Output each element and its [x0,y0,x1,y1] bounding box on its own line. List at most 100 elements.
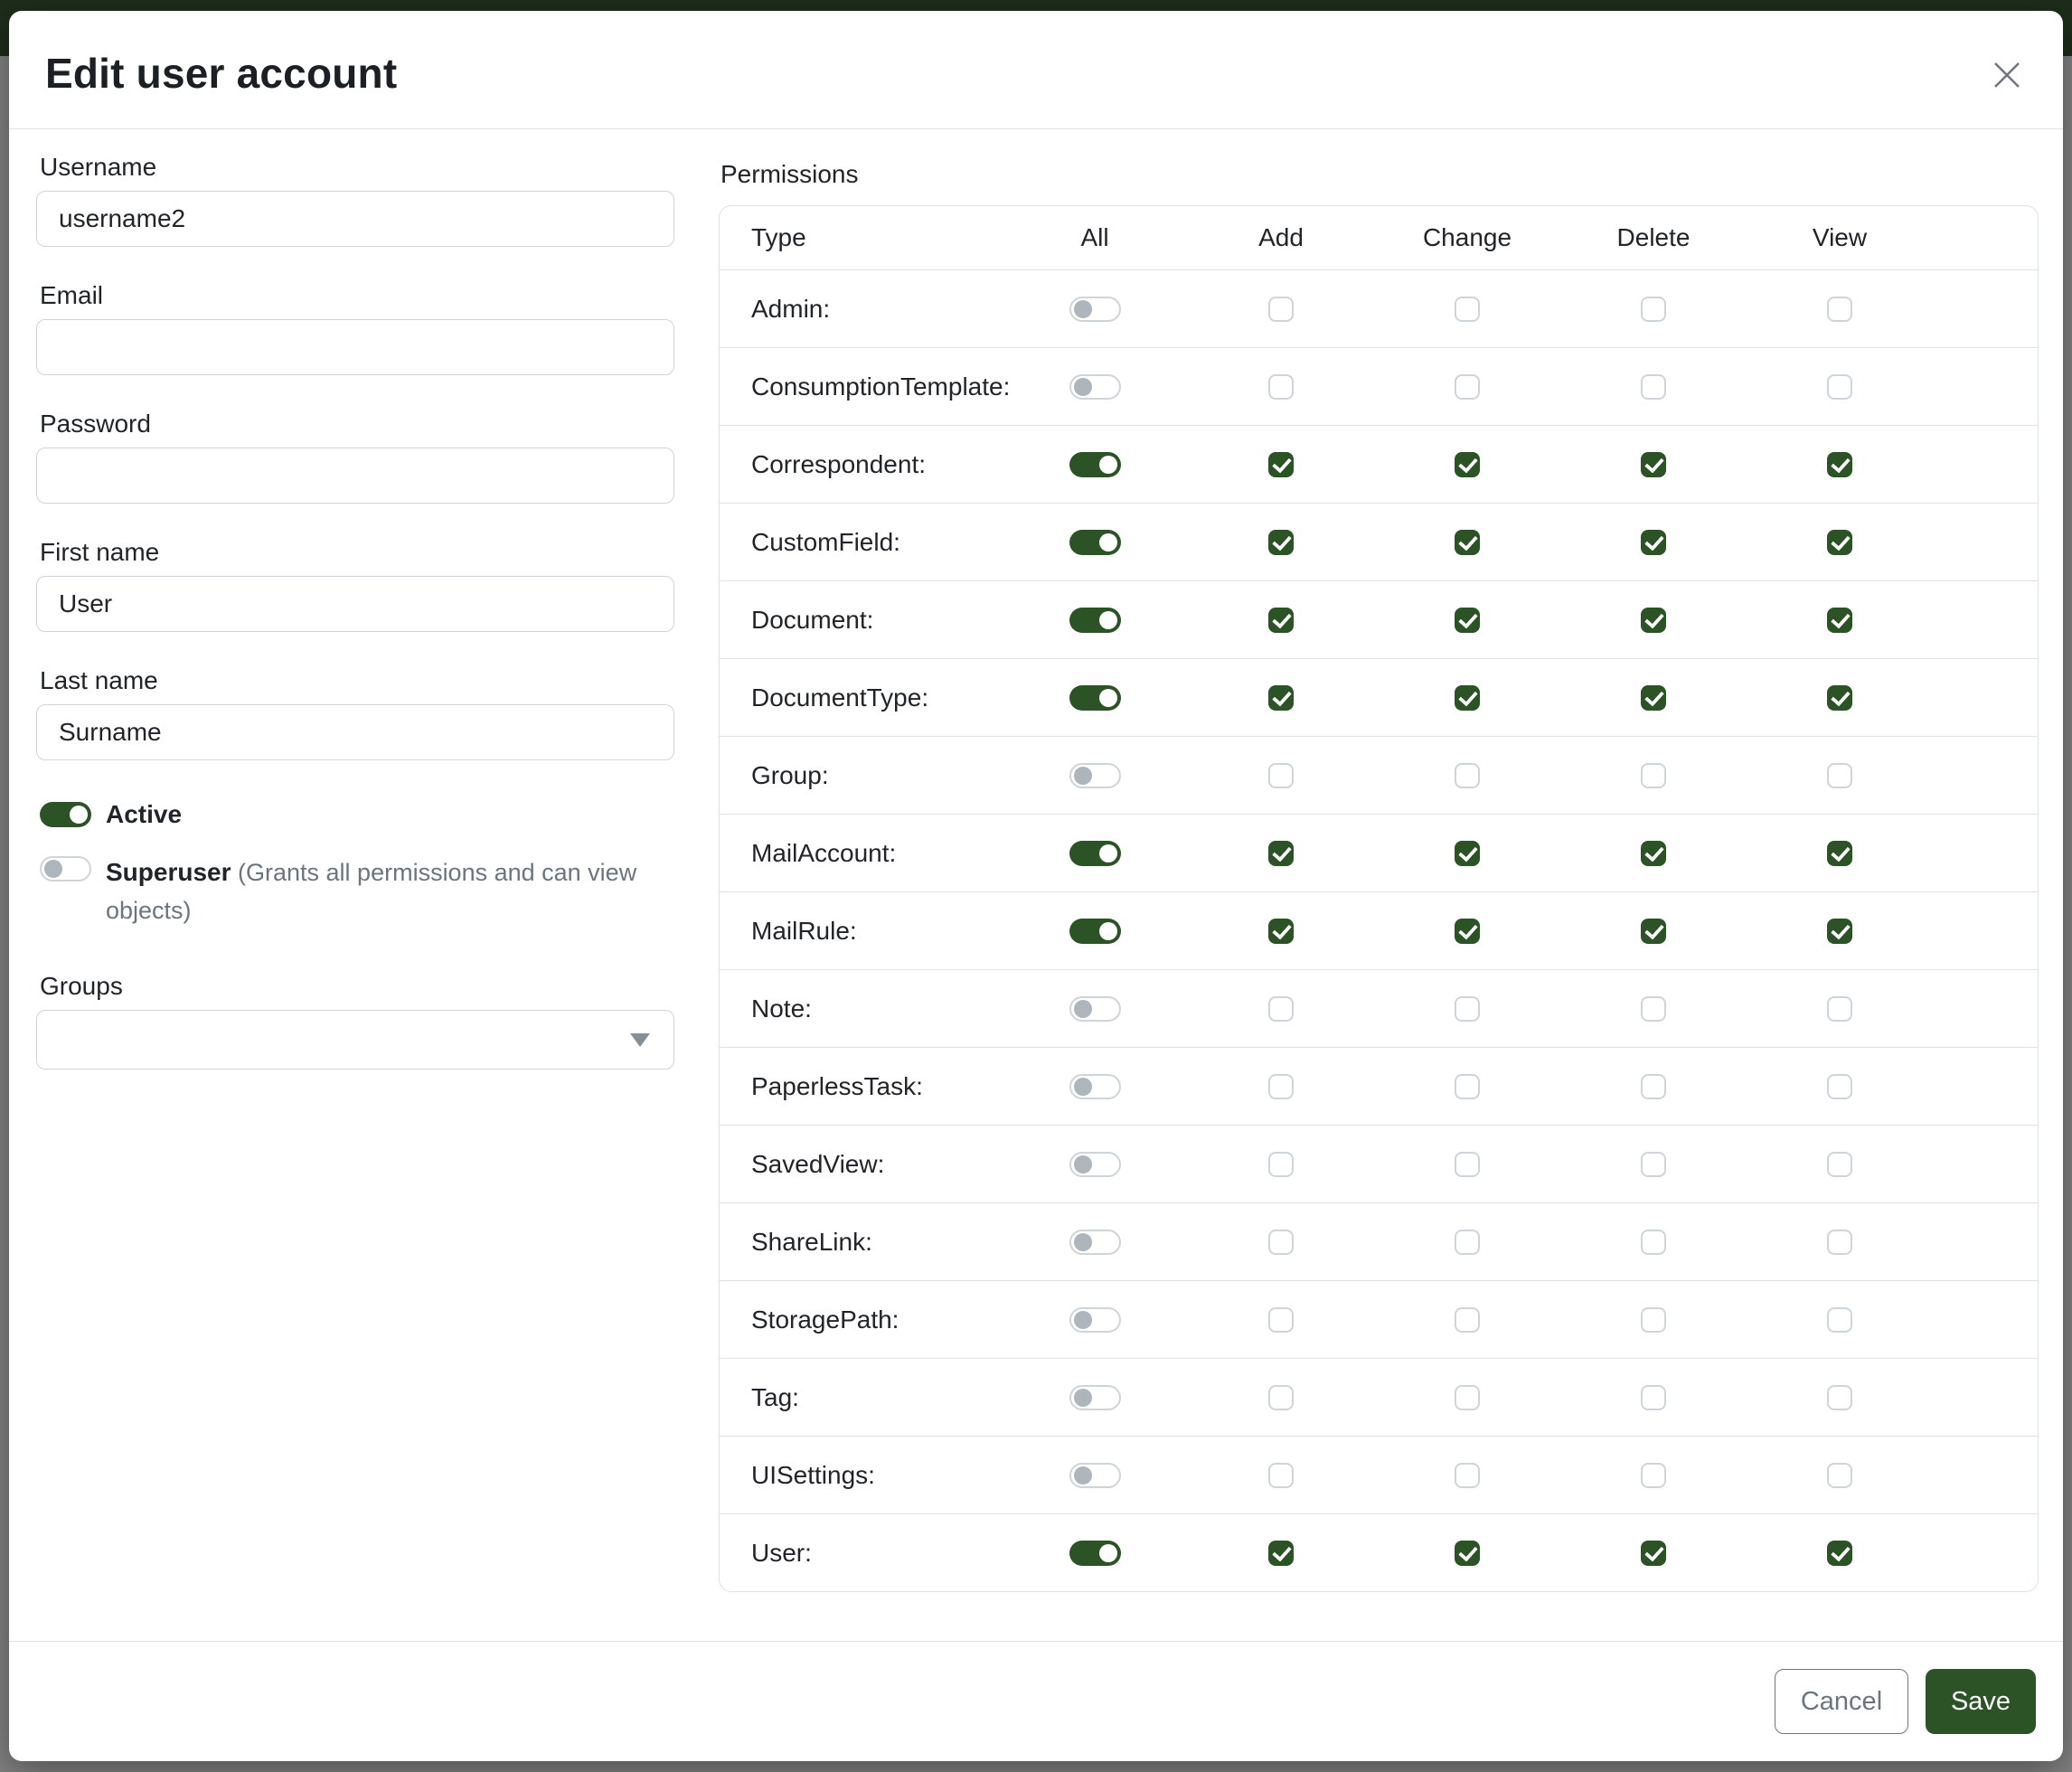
add-checkbox[interactable] [1268,1541,1294,1566]
all-toggle[interactable] [1069,685,1121,711]
all-toggle[interactable] [1069,530,1121,555]
view-checkbox[interactable] [1827,1152,1852,1177]
change-checkbox[interactable] [1455,1307,1480,1333]
cancel-button[interactable]: Cancel [1775,1669,1908,1734]
add-checkbox[interactable] [1268,1074,1294,1099]
delete-checkbox[interactable] [1641,996,1666,1022]
add-checkbox[interactable] [1268,685,1294,711]
delete-checkbox[interactable] [1641,841,1666,866]
password-field[interactable] [36,448,674,504]
view-checkbox[interactable] [1827,1463,1852,1488]
delete-checkbox[interactable] [1641,1152,1666,1177]
change-checkbox[interactable] [1455,608,1480,633]
view-checkbox[interactable] [1827,685,1852,711]
delete-checkbox[interactable] [1641,1385,1666,1410]
delete-checkbox[interactable] [1641,1307,1666,1333]
delete-checkbox[interactable] [1641,1463,1666,1488]
delete-checkbox[interactable] [1641,452,1666,477]
view-checkbox[interactable] [1827,1307,1852,1333]
user-form: Username Email Password First name Last … [36,153,674,1641]
view-checkbox[interactable] [1827,452,1852,477]
all-toggle[interactable] [1069,297,1121,322]
add-checkbox[interactable] [1268,1385,1294,1410]
add-checkbox[interactable] [1268,841,1294,866]
all-toggle[interactable] [1069,763,1121,788]
view-checkbox[interactable] [1827,530,1852,555]
change-checkbox[interactable] [1455,452,1480,477]
add-checkbox[interactable] [1268,452,1294,477]
add-checkbox[interactable] [1268,297,1294,322]
superuser-toggle[interactable] [40,856,91,881]
all-toggle[interactable] [1069,1385,1121,1410]
change-checkbox[interactable] [1455,1541,1480,1566]
all-toggle[interactable] [1069,1230,1121,1255]
change-checkbox[interactable] [1455,297,1480,322]
change-checkbox[interactable] [1455,530,1480,555]
all-toggle[interactable] [1069,1074,1121,1099]
delete-checkbox[interactable] [1641,608,1666,633]
add-checkbox[interactable] [1268,763,1294,788]
all-toggle[interactable] [1069,1152,1121,1177]
first-name-field[interactable] [36,576,674,632]
add-checkbox[interactable] [1268,374,1294,400]
email-field[interactable] [36,319,674,375]
view-checkbox[interactable] [1827,1230,1852,1255]
delete-checkbox[interactable] [1641,374,1666,400]
delete-checkbox[interactable] [1641,685,1666,711]
view-checkbox[interactable] [1827,297,1852,322]
delete-checkbox[interactable] [1641,530,1666,555]
change-checkbox[interactable] [1455,1385,1480,1410]
view-checkbox[interactable] [1827,841,1852,866]
all-toggle[interactable] [1069,452,1121,477]
change-checkbox[interactable] [1455,919,1480,944]
delete-checkbox[interactable] [1641,297,1666,322]
view-checkbox[interactable] [1827,919,1852,944]
change-checkbox[interactable] [1455,841,1480,866]
add-checkbox[interactable] [1268,1307,1294,1333]
active-toggle[interactable] [40,802,91,827]
view-checkbox[interactable] [1827,1385,1852,1410]
change-checkbox[interactable] [1455,685,1480,711]
last-name-field[interactable] [36,704,674,760]
all-toggle[interactable] [1069,374,1121,400]
all-toggle[interactable] [1069,996,1121,1022]
all-toggle[interactable] [1069,841,1121,866]
close-button[interactable] [1987,56,2027,96]
view-checkbox[interactable] [1827,1541,1852,1566]
delete-checkbox[interactable] [1641,763,1666,788]
all-toggle[interactable] [1069,1463,1121,1488]
save-button[interactable]: Save [1926,1669,2036,1734]
delete-checkbox[interactable] [1641,1230,1666,1255]
add-checkbox[interactable] [1268,1463,1294,1488]
add-checkbox[interactable] [1268,608,1294,633]
view-checkbox[interactable] [1827,608,1852,633]
all-toggle[interactable] [1069,608,1121,633]
delete-checkbox[interactable] [1641,1074,1666,1099]
groups-label: Groups [40,972,674,1001]
view-checkbox[interactable] [1827,374,1852,400]
change-checkbox[interactable] [1455,996,1480,1022]
all-toggle[interactable] [1069,1307,1121,1333]
all-toggle[interactable] [1069,919,1121,944]
view-checkbox[interactable] [1827,1074,1852,1099]
add-checkbox[interactable] [1268,1230,1294,1255]
add-checkbox[interactable] [1268,1152,1294,1177]
delete-checkbox[interactable] [1641,919,1666,944]
change-checkbox[interactable] [1455,1463,1480,1488]
delete-checkbox[interactable] [1641,1541,1666,1566]
add-checkbox[interactable] [1268,996,1294,1022]
change-checkbox[interactable] [1455,374,1480,400]
change-checkbox[interactable] [1455,763,1480,788]
add-checkbox[interactable] [1268,919,1294,944]
permissions-table-body: Admin: ConsumptionTemplate: [720,269,2038,1591]
groups-select[interactable] [36,1010,674,1070]
username-input[interactable] [36,191,674,247]
all-toggle[interactable] [1069,1541,1121,1566]
view-checkbox[interactable] [1827,763,1852,788]
add-checkbox[interactable] [1268,530,1294,555]
change-checkbox[interactable] [1455,1230,1480,1255]
view-checkbox[interactable] [1827,996,1852,1022]
toggle-knob [70,806,88,824]
change-checkbox[interactable] [1455,1152,1480,1177]
change-checkbox[interactable] [1455,1074,1480,1099]
